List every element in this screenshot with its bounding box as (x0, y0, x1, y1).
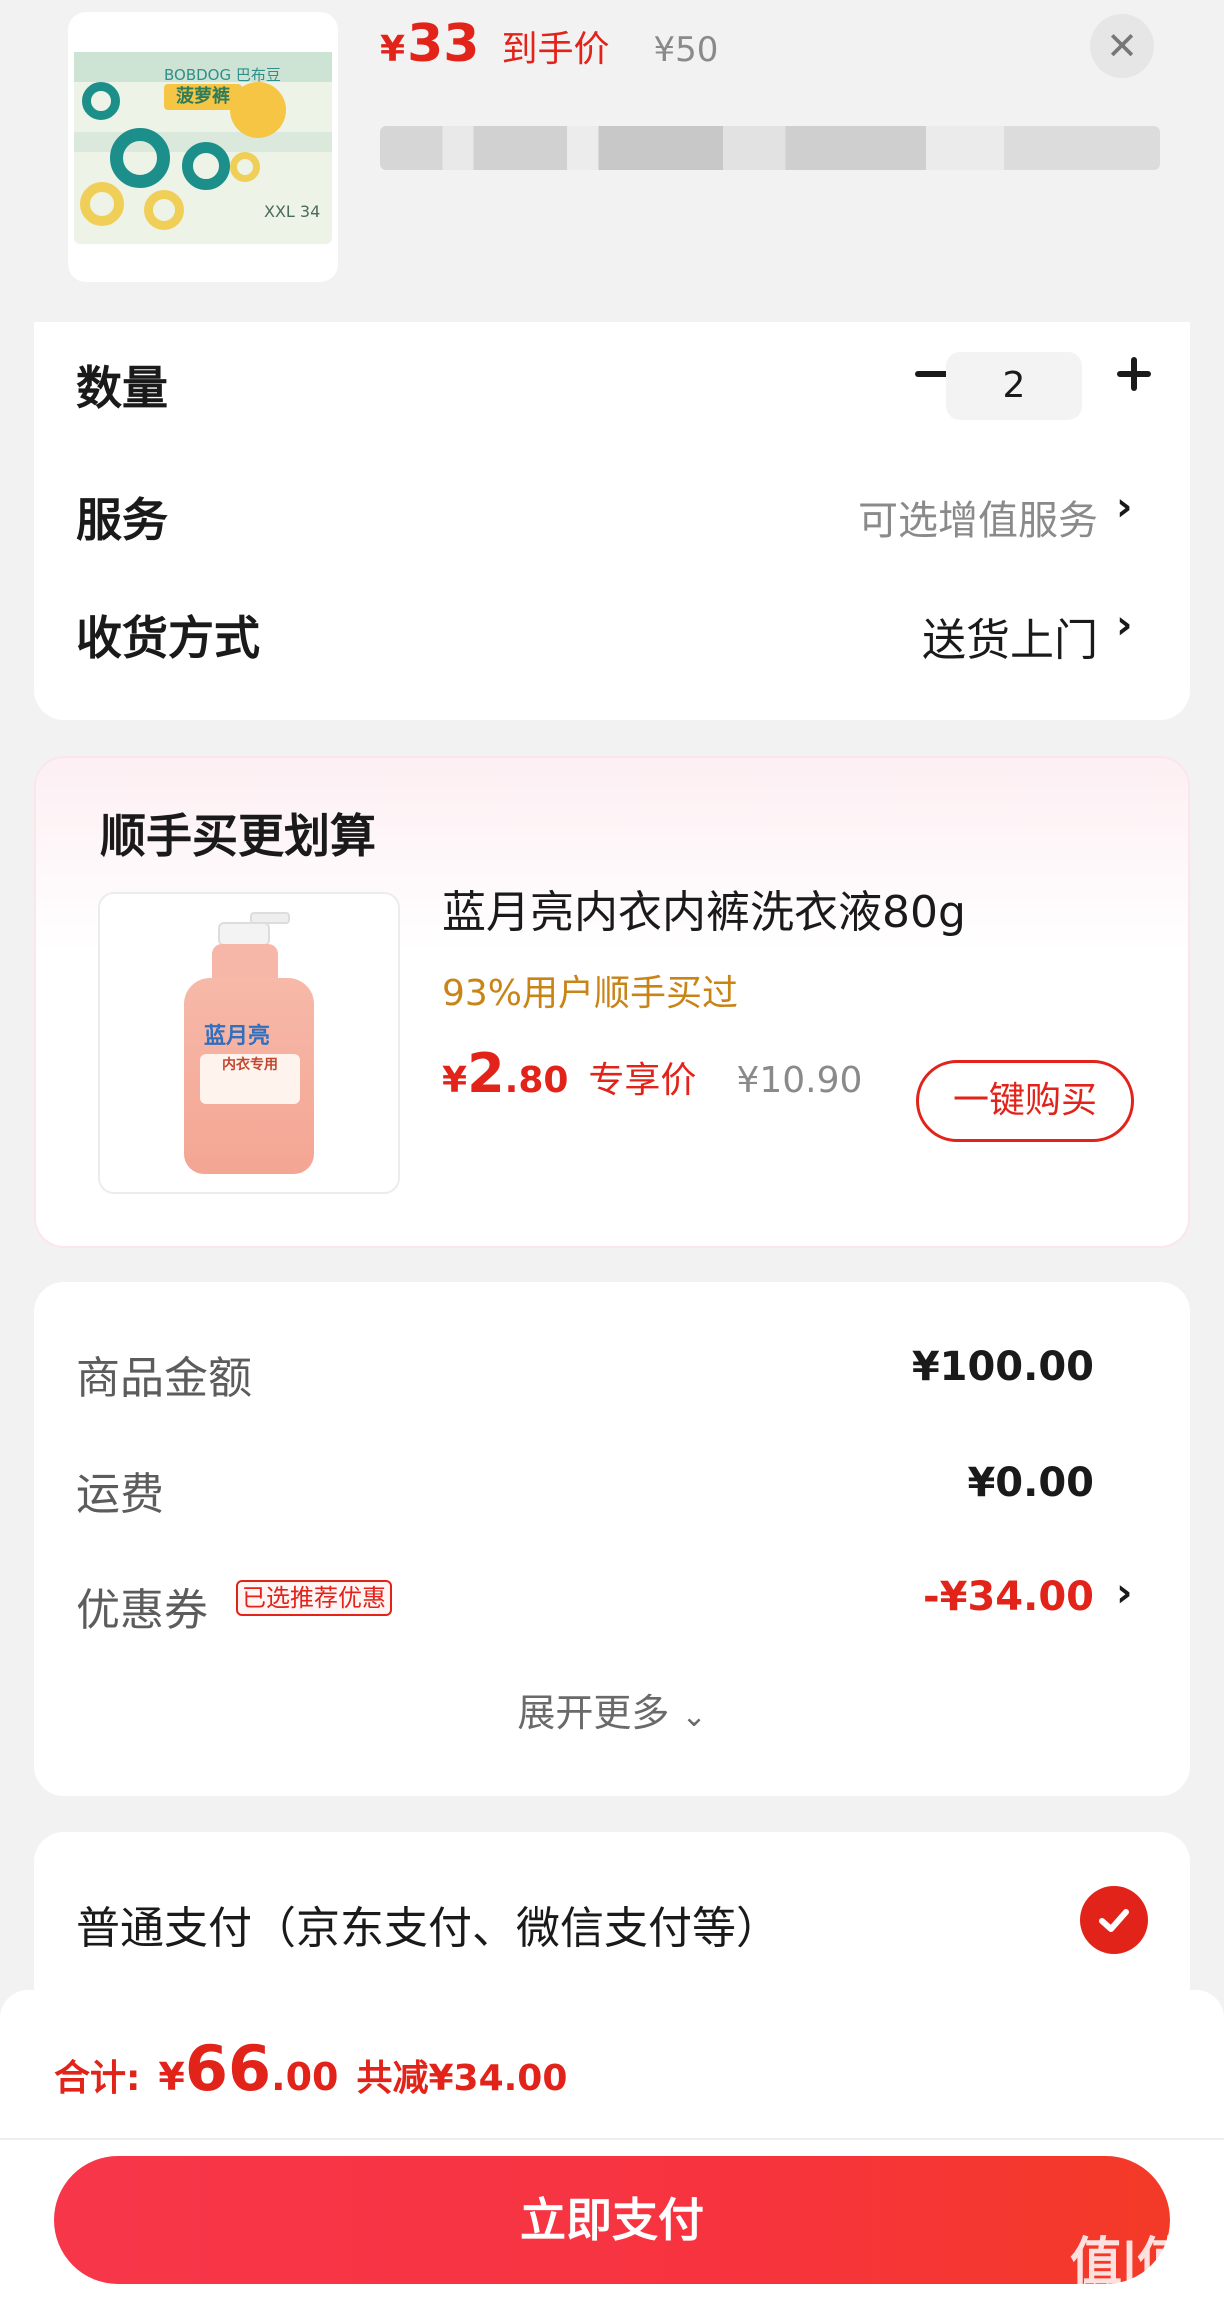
payment-selected-check-icon[interactable] (1080, 1886, 1148, 1954)
pay-now-button[interactable]: 立即支付 (54, 2156, 1170, 2284)
quantity-value[interactable]: 2 (946, 352, 1082, 420)
service-chevron-icon[interactable]: › (1116, 484, 1132, 530)
order-total: 合计: ¥ 66 .00 共减¥34.00 (54, 2032, 568, 2105)
product-thumbnail[interactable]: BOBDOG 巴布豆 菠萝裤 XXL 34 (68, 12, 338, 282)
blurred-product-title (380, 126, 1160, 170)
price-tag: 到手价 (501, 29, 610, 70)
service-value[interactable]: 可选增值服务 (858, 488, 1098, 546)
bottle-brand-text: 蓝月亮 (204, 1024, 271, 1049)
minus-icon (915, 371, 949, 377)
upsell-card: 顺手买更划算 蓝月亮 内衣专用 蓝月亮内衣内裤洗衣液80g 93%用户顺手买过 … (34, 756, 1190, 1248)
header-price: ¥ 33 到手价 ¥50 (380, 14, 718, 74)
checkout-bar: 合计: ¥ 66 .00 共减¥34.00 立即支付 (0, 1990, 1224, 2304)
goods-amount-label: 商品金额 (76, 1353, 252, 1404)
shipping-label: 运费 (76, 1469, 164, 1520)
bottle-label-text: 内衣专用 (200, 1054, 300, 1104)
quantity-increment-button[interactable] (1104, 344, 1164, 404)
order-options-card: 数量 2 服务 可选增值服务 › 收货方式 送货上门 › (34, 322, 1190, 720)
upsell-title: 顺手买更划算 (100, 809, 376, 863)
divider (0, 2138, 1224, 2140)
upsell-price-tag: 专享价 (588, 1060, 697, 1101)
coupon-value[interactable]: -¥34.00 (923, 1574, 1094, 1620)
upsell-product-name[interactable]: 蓝月亮内衣内裤洗衣液80g (442, 876, 966, 940)
shipping-value: ¥0.00 (967, 1460, 1094, 1506)
coupon-label: 优惠券 (76, 1585, 208, 1636)
upsell-price: ¥ 2 .80 专享价 ¥10.90 (442, 1042, 863, 1105)
total-saved: 共减¥34.00 (356, 2058, 568, 2099)
product-pack-size: XXL 34 (264, 202, 321, 221)
watermark-url: zhizhizhi.com (1074, 2280, 1183, 2299)
diaper-pack-image: BOBDOG 巴布豆 菠萝裤 XXL 34 (74, 52, 332, 244)
upsell-original-price: ¥10.90 (736, 1060, 863, 1101)
product-header: BOBDOG 巴布豆 菠萝裤 XXL 34 ¥ 33 到手价 ¥50 ✕ (0, 0, 1224, 322)
expand-more-button[interactable]: 展开更多 ⌄ (34, 1682, 1190, 1737)
price-value: 33 (407, 14, 480, 74)
delivery-value[interactable]: 送货上门 (922, 604, 1098, 668)
expand-more-label: 展开更多 (517, 1691, 670, 1735)
delivery-chevron-icon[interactable]: › (1116, 602, 1132, 648)
close-button[interactable]: ✕ (1090, 14, 1154, 78)
service-label: 服务 (76, 493, 168, 547)
total-label: 合计: (54, 2058, 141, 2099)
coupon-chevron-icon[interactable]: › (1116, 1570, 1132, 1616)
product-pack-name: 菠萝裤 (164, 84, 242, 110)
upsell-product-image[interactable]: 蓝月亮 内衣专用 (98, 892, 400, 1194)
close-icon: ✕ (1106, 24, 1138, 68)
upsell-subtitle: 93%用户顺手买过 (442, 973, 739, 1014)
product-brand-text: BOBDOG 巴布豆 (164, 66, 281, 84)
goods-amount-value: ¥100.00 (911, 1344, 1094, 1390)
quantity-label: 数量 (76, 361, 168, 415)
payment-method-label: 普通支付（京东支付、微信支付等） (76, 1903, 780, 1954)
original-price: ¥50 (653, 30, 719, 70)
total-amount: 66 (184, 2032, 272, 2105)
coupon-badge: 已选推荐优惠 (236, 1580, 392, 1616)
delivery-label: 收货方式 (76, 611, 260, 665)
one-click-buy-button[interactable]: 一键购买 (916, 1060, 1134, 1142)
chevron-down-icon: ⌄ (681, 1699, 707, 1734)
price-summary-card: 商品金额 ¥100.00 运费 ¥0.00 优惠券 已选推荐优惠 -¥34.00… (34, 1282, 1190, 1796)
price-currency: ¥ (380, 29, 406, 70)
